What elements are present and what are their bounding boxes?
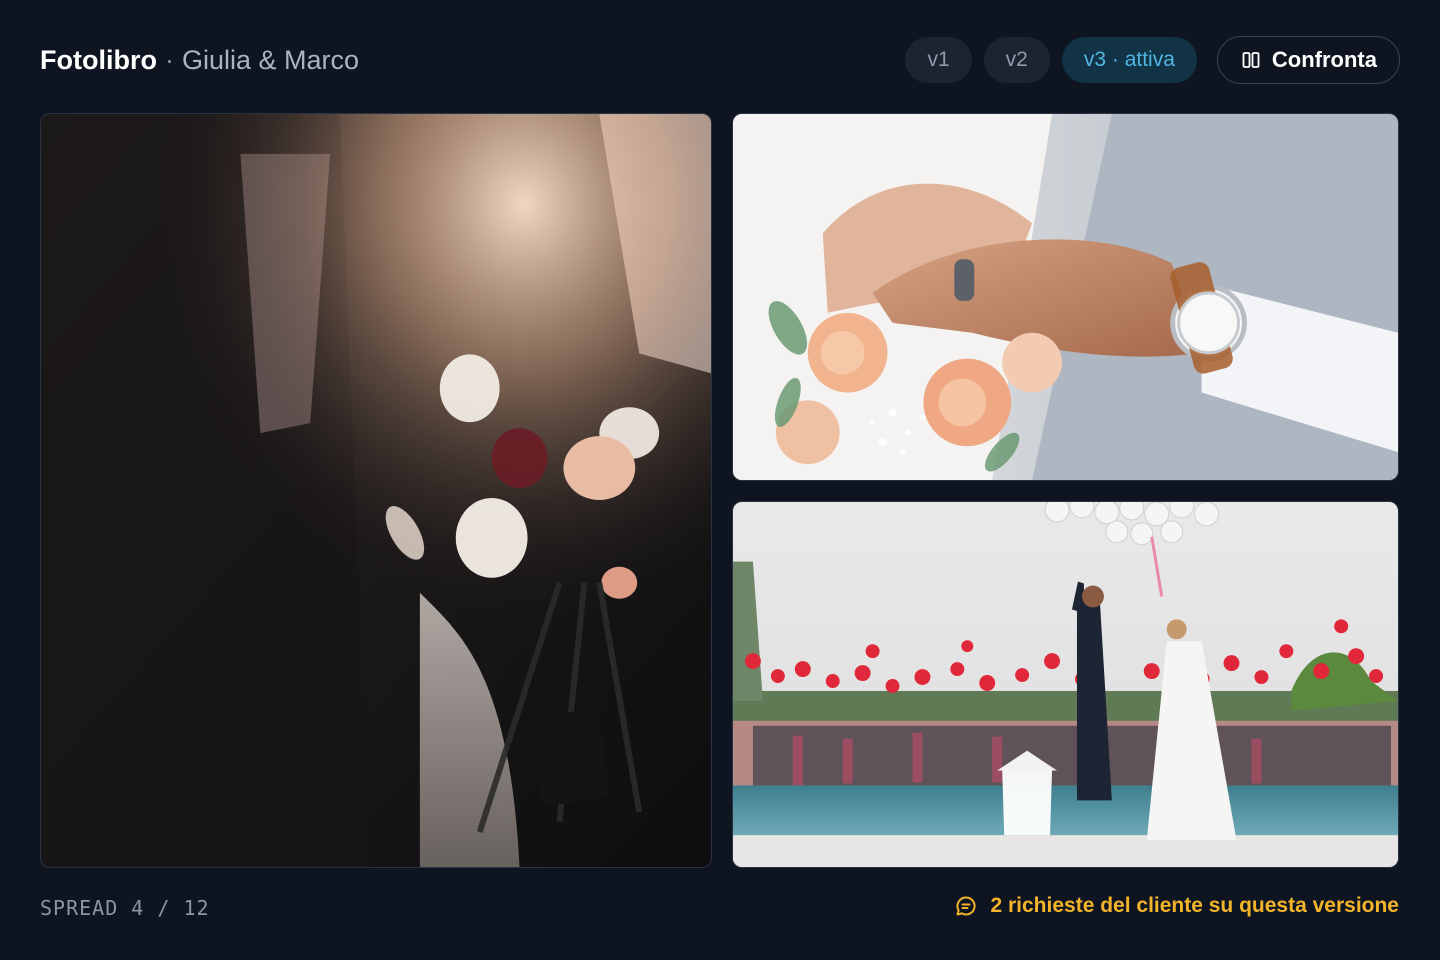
compare-button[interactable]: Confronta — [1216, 36, 1400, 84]
compare-label: Confronta — [1271, 47, 1377, 72]
message-icon — [956, 896, 977, 916]
version-tab-v3-active[interactable]: v3 · attiva — [1061, 37, 1197, 83]
photobook-review-page: Fotolibro · Giulia & Marco v1 v2 v3 · at… — [0, 0, 1440, 960]
balloon-release-photo[interactable] — [732, 501, 1399, 868]
client-requests-link[interactable]: 2 richieste del cliente su questa versio… — [954, 894, 1399, 918]
version-controls: v1 v2 v3 · attiva Confronta — [905, 36, 1400, 84]
columns-icon — [1242, 52, 1260, 68]
title-separator: · — [164, 44, 174, 75]
spread-indicator: SPREAD 4 / 12 — [40, 896, 210, 920]
title-subtitle: Giulia & Marco — [181, 44, 360, 75]
client-requests-label: 2 richieste del cliente su questa versio… — [990, 894, 1399, 917]
title-main: Fotolibro — [40, 44, 157, 75]
version-tab-v1[interactable]: v1 — [905, 37, 972, 83]
hands-rings-photo[interactable] — [732, 113, 1399, 481]
bride-bouquet-photo[interactable] — [40, 113, 712, 868]
version-tab-v2[interactable]: v2 — [983, 37, 1050, 83]
page-title: Fotolibro · Giulia & Marco — [40, 45, 359, 76]
header: Fotolibro · Giulia & Marco v1 v2 v3 · at… — [40, 36, 1400, 84]
